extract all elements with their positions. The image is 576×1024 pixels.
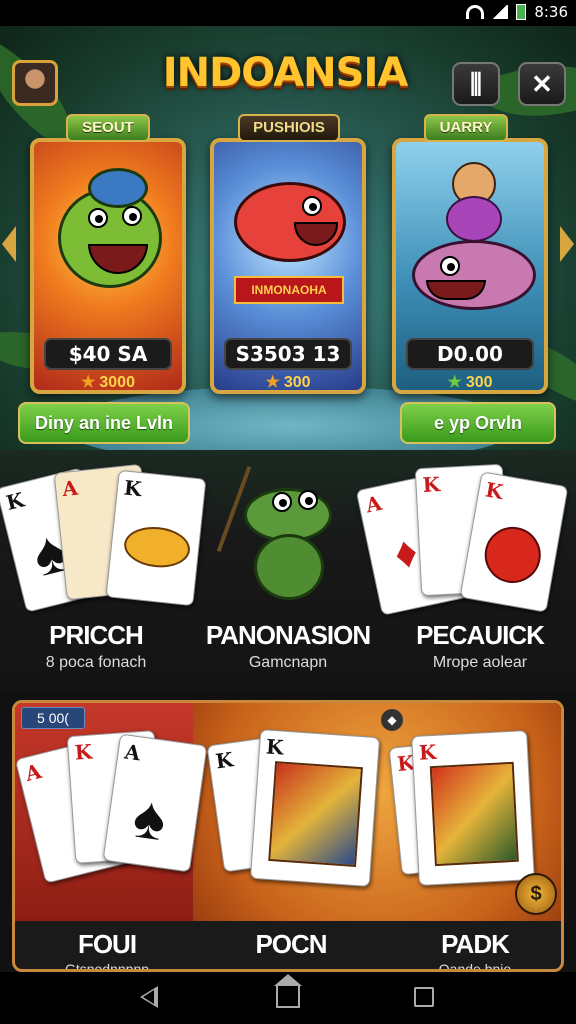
featured-card-3[interactable]: D0.00 ★ 300 — [392, 138, 548, 394]
carousel-prev-icon[interactable] — [2, 226, 16, 262]
right-action-button[interactable]: e yp Orvln — [400, 402, 556, 444]
left-action-button[interactable]: Diny an ine Lvln — [18, 402, 190, 444]
featured-price: S3503 13 — [224, 338, 352, 370]
featured-price: D0.00 — [406, 338, 534, 370]
wifi-icon — [466, 5, 485, 19]
home-icon[interactable] — [274, 974, 302, 1008]
fish-monster-illustration — [228, 162, 352, 282]
playing-card: K — [411, 730, 535, 886]
game-logo: INDOANSIA — [162, 50, 409, 96]
featured-coins: ★ 300 — [265, 374, 311, 391]
pillars-icon: ⫼ — [470, 69, 482, 99]
playing-card: K — [249, 728, 381, 888]
game-title: PECAUICK — [416, 620, 545, 650]
table-subtitle: Gtsnodnnpnp — [64, 961, 150, 972]
status-time: 8:36 — [534, 3, 568, 21]
game-title: PRICCH — [49, 620, 144, 650]
playing-card: A ♠ — [102, 733, 208, 873]
recents-icon[interactable] — [414, 987, 434, 1007]
featured-coins: ★ 3000 — [81, 374, 135, 391]
info-icon[interactable]: ◆ — [381, 709, 403, 731]
panel-tag: 5 00( — [21, 707, 85, 729]
featured-card-2[interactable]: INMONAOHA S3503 13 ★ 300 — [210, 138, 366, 394]
game-subtitle: 8 poca fonach — [45, 654, 147, 671]
dragon-monster-illustration — [48, 168, 172, 318]
table-title: PADK — [441, 929, 510, 959]
coin-icon: ★ — [81, 374, 96, 391]
table-subtitle: Qande bnio — [438, 961, 512, 972]
featured-card-1[interactable]: $40 SA ★ 3000 — [30, 138, 186, 394]
featured-banner: PUSHIOIS — [238, 114, 340, 142]
game-subtitle: Mrope aolear — [432, 654, 528, 671]
featured-coins: ★ 300 — [447, 374, 493, 391]
coin-icon: ★ — [265, 374, 280, 391]
table-title: FOUI — [77, 929, 137, 959]
pirate-whale-illustration — [406, 156, 542, 326]
featured-banner: SEOUT — [66, 114, 150, 142]
coin-icon: ★ — [447, 374, 462, 391]
crocodile-illustration — [216, 466, 340, 604]
featured-price: $40 SA — [44, 338, 172, 370]
signal-icon — [492, 5, 509, 19]
game-title: PANONASION — [205, 620, 371, 650]
status-bar: 8:36 — [0, 0, 576, 26]
avatar[interactable] — [12, 60, 58, 106]
lobby-header-scene: INDOANSIA ⫼ ✕ $40 SA ★ 3000 SEOUT INMONAO… — [0, 26, 576, 450]
featured-card-label: INMONAOHA — [234, 276, 344, 304]
close-icon: ✕ — [531, 69, 553, 99]
table-games-panel: 5 00( ◆ A K A ♠ K K K K $ FOUI Gtsnodnnpn… — [12, 700, 564, 972]
close-button[interactable]: ✕ — [518, 62, 566, 106]
carousel-next-icon[interactable] — [560, 226, 574, 262]
table-title: POCN — [255, 929, 327, 959]
back-icon[interactable] — [140, 986, 158, 1008]
coin-icon[interactable]: $ — [515, 873, 557, 915]
battery-icon — [516, 4, 527, 20]
playing-card: K — [105, 469, 207, 607]
system-nav-bar — [0, 972, 576, 1024]
featured-banner: UARRY — [424, 114, 508, 142]
menu-button[interactable]: ⫼ — [452, 62, 500, 106]
game-subtitle: Gamcnapn — [248, 654, 328, 671]
